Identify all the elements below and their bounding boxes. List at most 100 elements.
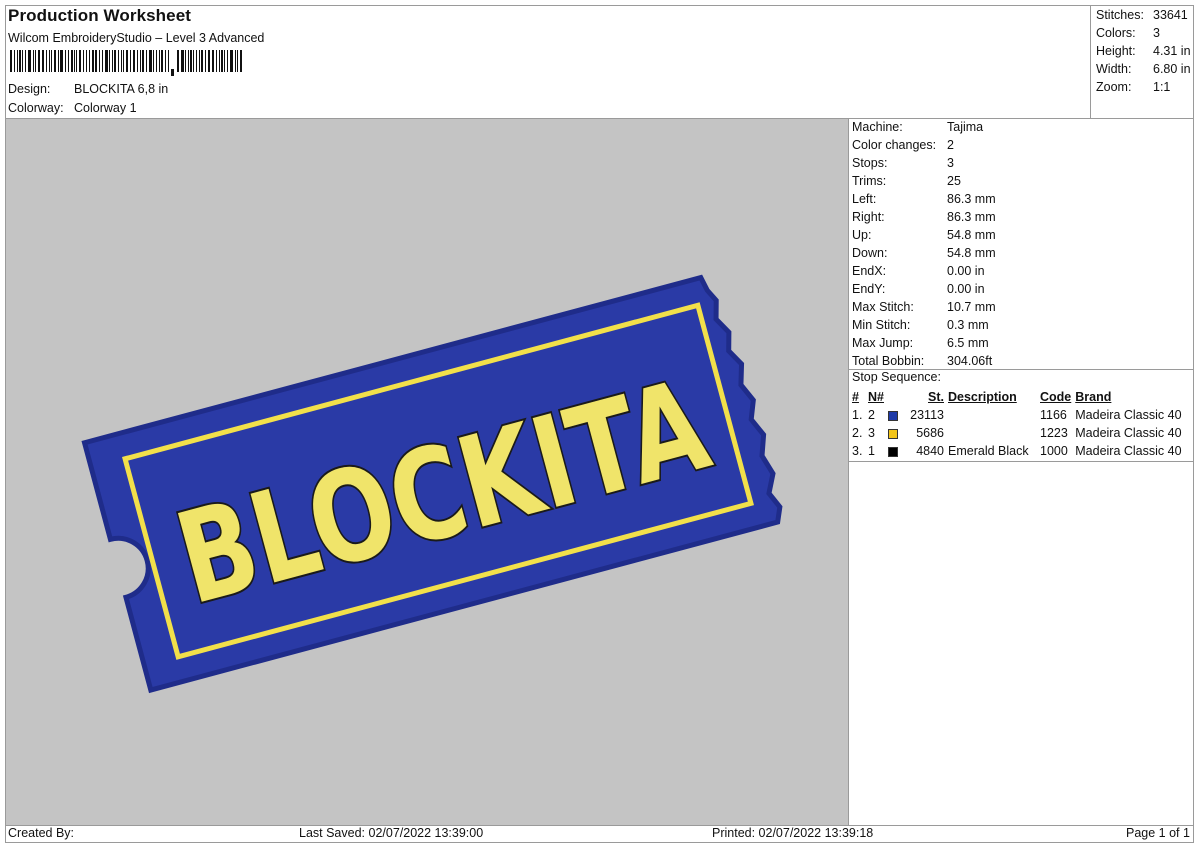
info-row: Min Stitch: 0.3 mm <box>852 316 996 334</box>
design-value: BLOCKITA 6,8 in <box>74 82 169 96</box>
info-label: EndY: <box>852 282 886 296</box>
stop-row: 3. 1 4840 Emerald Black 1000 Madeira Cla… <box>850 442 1192 460</box>
info-row: Down: 54.8 mm <box>852 244 996 262</box>
stop-stitches-cell: 23113 <box>886 406 946 424</box>
footer-last-saved: Last Saved: 02/07/2022 13:39:00 <box>299 826 484 840</box>
summary-row: Height: 4.31 in <box>1096 42 1191 60</box>
stop-row: 1. 2 23113 1166 Madeira Classic 40 <box>850 406 1192 424</box>
info-label: Machine: <box>852 120 903 134</box>
info-value: 86.3 mm <box>947 210 996 224</box>
stop-index: 3. <box>852 444 863 458</box>
info-row: Machine: Tajima <box>852 118 996 136</box>
stop-stitches: 23113 <box>910 408 944 422</box>
summary-value: 3 <box>1153 26 1160 40</box>
footer-created-by: Created By: <box>8 826 75 840</box>
stop-brand: Madeira Classic 40 <box>1075 426 1182 440</box>
info-label: Trims: <box>852 174 887 188</box>
info-value: 0.00 in <box>947 282 985 296</box>
info-value: 304.06ft <box>947 354 993 368</box>
info-label: Max Jump: <box>852 336 914 350</box>
info-value: 0.00 in <box>947 264 985 278</box>
stop-sequence-table: # N# St. Description Code Brand 1. 2 231… <box>850 388 1192 460</box>
stop-code: 1166 <box>1040 408 1067 422</box>
stop-sequence-label: Stop Sequence: <box>852 370 941 384</box>
color-swatch <box>888 447 898 457</box>
summary-row: Width: 6.80 in <box>1096 60 1191 78</box>
info-label: Total Bobbin: <box>852 354 925 368</box>
barcode-icon <box>10 50 242 76</box>
stops-divider <box>848 461 1194 462</box>
design-row: Design: BLOCKITA 6,8 in <box>8 82 168 96</box>
info-value: 3 <box>947 156 954 170</box>
summary-value: 1:1 <box>1153 80 1171 94</box>
stop-row: 2. 3 5686 1223 Madeira Classic 40 <box>850 424 1192 442</box>
color-swatch <box>888 411 898 421</box>
col-description: Description <box>948 390 1017 404</box>
footer-page: Page 1 of 1 <box>1126 826 1190 840</box>
stop-code: 1223 <box>1040 426 1068 440</box>
summary-value: 4.31 in <box>1153 44 1191 58</box>
embroidery-preview: BLOCKITA <box>81 274 783 694</box>
info-value: 54.8 mm <box>947 246 996 260</box>
info-value: 6.5 mm <box>947 336 989 350</box>
col-needle: N# <box>868 390 884 404</box>
stop-brand: Madeira Classic 40 <box>1075 444 1182 458</box>
colorway-value: Colorway 1 <box>74 101 137 115</box>
info-label: Color changes: <box>852 138 937 152</box>
stop-index: 2. <box>852 426 863 440</box>
info-label: Max Stitch: <box>852 300 914 314</box>
info-value: 25 <box>947 174 961 188</box>
info-row: EndY: 0.00 in <box>852 280 996 298</box>
page-title: Production Worksheet <box>8 6 192 25</box>
summary-divider <box>1090 5 1091 118</box>
stop-sequence-header: # N# St. Description Code Brand <box>850 388 1192 406</box>
summary-row: Zoom: 1:1 <box>1096 78 1191 96</box>
info-row: Stops: 3 <box>852 154 996 172</box>
info-row: Max Jump: 6.5 mm <box>852 334 996 352</box>
summary-row: Stitches: 33641 <box>1096 6 1191 24</box>
summary-value: 33641 <box>1153 8 1188 22</box>
info-label: Right: <box>852 210 885 224</box>
summary-label: Stitches: <box>1096 8 1144 22</box>
stop-brand: Madeira Classic 40 <box>1075 408 1182 422</box>
info-row: Color changes: 2 <box>852 136 996 154</box>
summary-label: Height: <box>1096 44 1136 58</box>
summary-row: Colors: 3 <box>1096 24 1191 42</box>
info-value: 54.8 mm <box>947 228 996 242</box>
info-label: Down: <box>852 246 888 260</box>
info-label: Left: <box>852 192 877 206</box>
info-label: Stops: <box>852 156 888 170</box>
stop-needle: 2 <box>868 408 875 422</box>
info-label: EndX: <box>852 264 887 278</box>
stop-stitches-cell: 5686 <box>886 424 946 442</box>
info-row: Total Bobbin: 304.06ft <box>852 352 996 370</box>
summary-value: 6.80 in <box>1153 62 1191 76</box>
summary-panel: Stitches: 33641 Colors: 3 Height: 4.31 in W… <box>1096 6 1191 96</box>
info-value: 86.3 mm <box>947 192 996 206</box>
info-value: 10.7 mm <box>947 300 996 314</box>
info-value: 0.3 mm <box>947 318 989 332</box>
footer-printed: Printed: 02/07/2022 13:39:18 <box>712 826 874 840</box>
stop-description: Emerald Black <box>948 444 1029 458</box>
design-label: Design: <box>8 82 51 96</box>
stop-needle: 1 <box>868 444 875 458</box>
info-row: Max Stitch: 10.7 mm <box>852 298 996 316</box>
col-brand: Brand <box>1075 390 1112 404</box>
stop-description <box>946 406 1038 424</box>
stop-description <box>946 424 1038 442</box>
stop-needle: 3 <box>868 426 875 440</box>
info-row: Left: 86.3 mm <box>852 190 996 208</box>
col-index: # <box>852 390 859 404</box>
canvas-divider <box>848 118 849 825</box>
design-preview-canvas: BLOCKITA <box>6 119 848 825</box>
info-value: 2 <box>947 138 954 152</box>
software-name: Wilcom EmbroideryStudio – Level 3 Advanc… <box>8 31 265 45</box>
stop-stitches: 4840 <box>916 444 944 458</box>
stop-code: 1000 <box>1040 444 1068 458</box>
stop-stitches: 5686 <box>916 426 944 440</box>
col-code: Code <box>1040 390 1072 404</box>
stop-stitches-cell: 4840 <box>886 442 946 460</box>
colorway-label: Colorway: <box>8 101 64 115</box>
summary-label: Colors: <box>1096 26 1136 40</box>
info-row: EndX: 0.00 in <box>852 262 996 280</box>
